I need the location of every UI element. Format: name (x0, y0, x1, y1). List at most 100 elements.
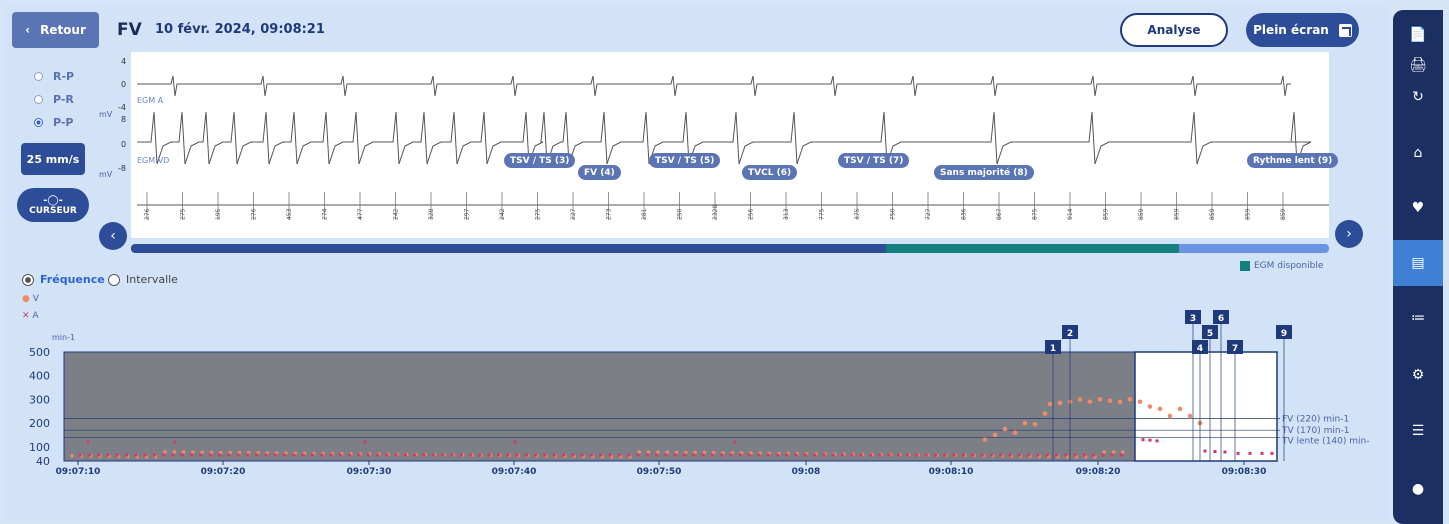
a-point (887, 453, 891, 457)
a-point (748, 453, 752, 457)
a-point (143, 453, 147, 457)
a-point (562, 453, 566, 457)
a-point (1027, 453, 1031, 457)
v-point (1167, 413, 1173, 419)
marker-label: 7 (1232, 344, 1238, 354)
a-point (422, 453, 426, 457)
a-point (776, 453, 779, 457)
report-icon[interactable]: ☰ (1393, 408, 1443, 454)
user-icon-glyph: ● (1411, 481, 1425, 497)
threshold-label: TV lente (140) min- (1281, 436, 1369, 446)
home-icon[interactable]: ⌂ (1393, 130, 1443, 176)
heart-icon[interactable]: ♥ (1393, 185, 1443, 231)
sync-icon[interactable]: ↻ (1393, 82, 1443, 112)
a-point (218, 453, 221, 457)
document-icon[interactable]: 📄 (1393, 20, 1443, 50)
x-tick-label: 09:08:10 (929, 467, 974, 477)
marker-label: 6 (1218, 314, 1224, 324)
a-point (1236, 451, 1240, 455)
v-point (70, 454, 74, 458)
a-point (1036, 453, 1040, 457)
v-point (1117, 399, 1123, 405)
marker-label: 4 (1197, 344, 1203, 354)
v-point (1137, 399, 1143, 405)
a-point (404, 453, 407, 457)
user-icon[interactable]: ● (1393, 466, 1443, 512)
a-point (441, 453, 445, 457)
a-point (915, 453, 919, 457)
v-point (982, 437, 988, 442)
v-point (1042, 411, 1048, 416)
a-point (469, 453, 473, 457)
a-point (803, 453, 807, 457)
x-tick-label: 09:07:40 (492, 467, 537, 477)
a-point (497, 453, 500, 457)
egm-icon[interactable]: ▤ (1393, 240, 1443, 286)
a-point (1073, 453, 1077, 457)
a-point (692, 453, 696, 457)
a-point (878, 453, 882, 457)
v-point (200, 450, 204, 455)
a-point (971, 453, 975, 457)
a-point (934, 453, 938, 457)
x-tick-label: 09:08:30 (1222, 467, 1267, 477)
a-point (683, 453, 686, 457)
print-icon[interactable]: 🖨 (1393, 50, 1443, 80)
a-point (78, 453, 82, 457)
y-tick-label: 500 (29, 346, 50, 359)
a-point (1270, 451, 1274, 455)
v-point (665, 450, 669, 455)
a-point (1008, 453, 1012, 457)
settings-icon[interactable]: ⚙ (1393, 352, 1443, 398)
a-point (227, 453, 231, 457)
a-point (255, 453, 259, 457)
a-point (1213, 450, 1217, 454)
v-point (172, 450, 177, 454)
stats-icon[interactable]: ≔ (1393, 295, 1443, 341)
v-point (1107, 398, 1113, 403)
a-point (729, 453, 733, 457)
right-nav: 📄 🖨 ↻ ⌂ ♥ ▤ ≔ ⚙ ☰ ● (1393, 10, 1443, 524)
a-point (1223, 450, 1227, 454)
a-point (571, 453, 575, 457)
v-point (1012, 430, 1018, 435)
threshold-label: TV (170) min-1 (1281, 426, 1350, 436)
a-point (264, 453, 268, 457)
a-point (645, 453, 649, 457)
a-point (794, 453, 798, 457)
a-point (431, 453, 435, 457)
a-point (859, 453, 863, 457)
a-point (173, 440, 177, 444)
a-point (478, 453, 482, 457)
a-point (515, 453, 519, 457)
y-tick-label: 100 (29, 441, 50, 454)
a-point (1120, 453, 1124, 457)
a-point (357, 453, 361, 457)
a-point (952, 453, 956, 457)
a-point (701, 453, 705, 457)
x-tick-label: 09:08:20 (1076, 467, 1121, 477)
a-point (134, 453, 138, 457)
a-point (906, 453, 910, 457)
a-point (366, 453, 370, 457)
document-icon-glyph: 📄 (1409, 27, 1427, 43)
v-point (1087, 399, 1093, 405)
marker-label: 2 (1067, 329, 1073, 339)
a-point (766, 453, 770, 457)
v-point (1057, 400, 1063, 406)
marker-label: 3 (1190, 314, 1196, 324)
marker-label: 1 (1050, 344, 1056, 354)
x-tick-label: 09:07:20 (201, 467, 246, 477)
a-point (710, 453, 714, 457)
a-point (394, 453, 398, 457)
a-point (524, 453, 528, 457)
a-point (413, 453, 417, 457)
a-point (896, 453, 900, 457)
marker-label: 9 (1281, 329, 1287, 339)
v-point (1102, 450, 1107, 454)
a-point (636, 453, 640, 457)
v-point (163, 450, 167, 454)
rate-chart: FV (220) min-1 TV (170) min-1TV lente (14… (29, 310, 1369, 477)
a-point (738, 453, 742, 457)
a-point (627, 453, 631, 457)
